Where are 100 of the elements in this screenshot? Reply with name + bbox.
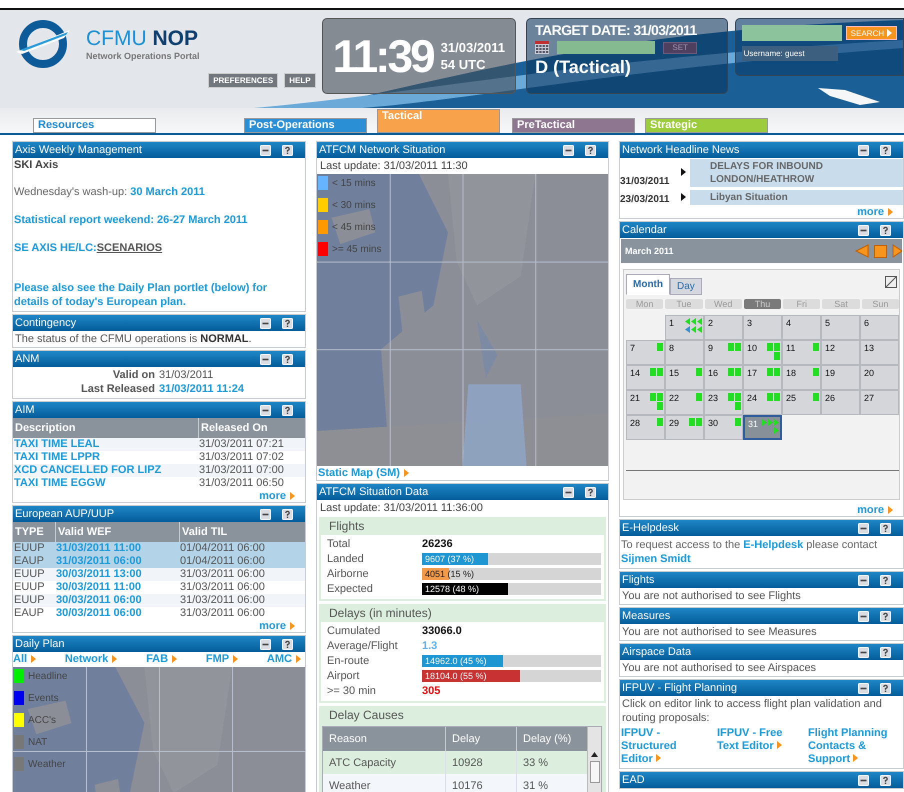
search-field[interactable] <box>742 25 842 41</box>
info-text: You are not authorised to see Measures <box>621 625 818 640</box>
help-icon[interactable] <box>880 646 891 658</box>
day-cell[interactable]: 14 <box>626 365 665 390</box>
day-cell[interactable]: 12 <box>821 340 860 365</box>
scrollbar[interactable] <box>587 727 601 792</box>
minimize-icon[interactable] <box>858 144 869 156</box>
day-cell[interactable]: 3 <box>743 315 782 340</box>
table-row[interactable]: TAXI TIME LEAL 31/03/2011 07:21 <box>13 438 305 451</box>
triangle-icon <box>776 741 782 749</box>
help-icon[interactable] <box>282 638 293 650</box>
clock-time: 11:39 <box>332 29 433 83</box>
table-row[interactable]: EAUP 31/03/2011 06:00 01/04/2011 06:00 <box>13 555 305 568</box>
day-cell[interactable]: 13 <box>860 340 899 365</box>
day-cell[interactable]: 5 <box>821 315 860 340</box>
day-cell[interactable]: 20 <box>860 365 899 390</box>
legend-label: Weather <box>28 758 66 770</box>
minimize-icon[interactable] <box>858 224 869 236</box>
minimize-icon[interactable] <box>858 574 869 586</box>
day-cell[interactable]: 27 <box>860 390 899 415</box>
day-cell[interactable]: 29 <box>665 415 704 440</box>
day-cell[interactable]: 30 <box>704 415 743 440</box>
nav-tab[interactable]: Resources <box>33 118 156 133</box>
day-cell[interactable]: 26 <box>821 390 860 415</box>
day-cell[interactable]: 6 <box>860 315 899 340</box>
day-cell[interactable]: 23 <box>704 390 743 415</box>
minimize-icon[interactable] <box>260 144 271 156</box>
help-icon[interactable] <box>880 144 891 156</box>
minimize-icon[interactable] <box>260 508 271 520</box>
day-cell[interactable]: 24 <box>743 390 782 415</box>
day-cell[interactable]: 7 <box>626 340 665 365</box>
day-cell[interactable]: 16 <box>704 365 743 390</box>
minimize-icon[interactable] <box>858 774 869 786</box>
calendar-icon[interactable] <box>535 41 550 54</box>
scrollbar-thumb[interactable] <box>590 761 600 783</box>
help-icon[interactable] <box>880 522 891 534</box>
minimize-icon[interactable] <box>858 646 869 658</box>
date-field[interactable] <box>557 41 656 54</box>
day-cell[interactable]: 9 <box>704 340 743 365</box>
table-cell-text: TAXI TIME LEAL <box>13 438 100 451</box>
day-cell[interactable]: 17 <box>743 365 782 390</box>
minimize-icon[interactable] <box>563 144 574 156</box>
link[interactable]: SCENARIOS <box>96 242 162 254</box>
day-cell[interactable]: 1 <box>665 315 704 340</box>
nav-tab[interactable]: PreTactical <box>512 118 635 133</box>
day-cell[interactable]: 21 <box>626 390 665 415</box>
day-cell[interactable]: 4 <box>782 315 821 340</box>
day-cell[interactable]: 11 <box>782 340 821 365</box>
headline-link[interactable]: Libyan Situation <box>690 190 903 205</box>
day-cell[interactable]: 19 <box>821 365 860 390</box>
day-cell[interactable]: 15 <box>665 365 704 390</box>
nav-tab[interactable]: Post-Operations <box>244 118 367 133</box>
day-cell[interactable]: 25 <box>782 390 821 415</box>
portlet-title: Airspace Data <box>622 646 692 658</box>
day-cell[interactable]: 22 <box>665 390 704 415</box>
help-icon[interactable] <box>282 354 293 364</box>
weekday-header: Wed <box>704 299 742 309</box>
minimize-icon[interactable] <box>260 318 271 328</box>
table-row[interactable]: EUUP 30/03/2011 13:00 31/03/2011 06:00 <box>13 568 305 581</box>
up-arrow-icon[interactable] <box>591 752 598 757</box>
day-cell[interactable]: 8 <box>665 340 704 365</box>
portlet-title: EAD <box>622 774 645 786</box>
day-cell[interactable]: 28 <box>626 415 665 440</box>
help-icon[interactable] <box>880 224 891 236</box>
minimize-icon[interactable] <box>563 486 574 498</box>
help-icon[interactable] <box>585 144 596 156</box>
minimize-icon[interactable] <box>260 354 271 364</box>
help-icon[interactable] <box>880 610 891 622</box>
minimize-icon[interactable] <box>858 682 869 694</box>
logo-title: CFMU NOP <box>86 27 200 51</box>
header-button[interactable]: PREFERENCES <box>208 73 278 88</box>
stat-value: 305 <box>422 684 442 696</box>
stat-label: Average/Flight <box>327 640 399 652</box>
header-button[interactable]: HELP <box>284 73 316 88</box>
table-cell-text: 31/03/2011 06:00 <box>179 581 266 594</box>
view-tab[interactable]: Day <box>670 278 702 295</box>
headline-link[interactable]: DELAYS FOR INBOUND LONDON/HEATHROW <box>690 159 903 187</box>
minimize-icon[interactable] <box>858 610 869 622</box>
table-row[interactable]: EUUP 30/03/2011 06:00 31/03/2011 06:00 <box>13 594 305 607</box>
help-icon[interactable] <box>282 318 293 328</box>
day-cell[interactable]: 10 <box>743 340 782 365</box>
help-icon[interactable] <box>880 574 891 586</box>
view-tab[interactable]: Month <box>626 274 670 295</box>
minimize-icon[interactable] <box>260 404 271 416</box>
help-icon[interactable] <box>585 486 596 498</box>
table-row[interactable]: EUUP 31/03/2011 11:00 01/04/2011 06:00 <box>13 542 305 555</box>
help-icon[interactable] <box>880 774 891 786</box>
bar-value: 14962.0 (45 %) <box>424 654 488 666</box>
minimize-icon[interactable] <box>858 522 869 534</box>
table-cell-text: TAXI TIME LPPR <box>13 451 101 464</box>
day-cell[interactable]: 18 <box>782 365 821 390</box>
help-icon[interactable] <box>282 508 293 520</box>
day-cell[interactable]: 2 <box>704 315 743 340</box>
help-icon[interactable] <box>282 144 293 156</box>
minimize-icon[interactable] <box>260 638 271 650</box>
table-row[interactable]: XCD CANCELLED FOR LIPZ 31/03/2011 07:00 <box>13 464 305 477</box>
help-icon[interactable] <box>282 404 293 416</box>
resize-icon[interactable] <box>885 276 897 288</box>
portlet-title: Network Headline News <box>622 144 740 156</box>
help-icon[interactable] <box>880 682 891 694</box>
